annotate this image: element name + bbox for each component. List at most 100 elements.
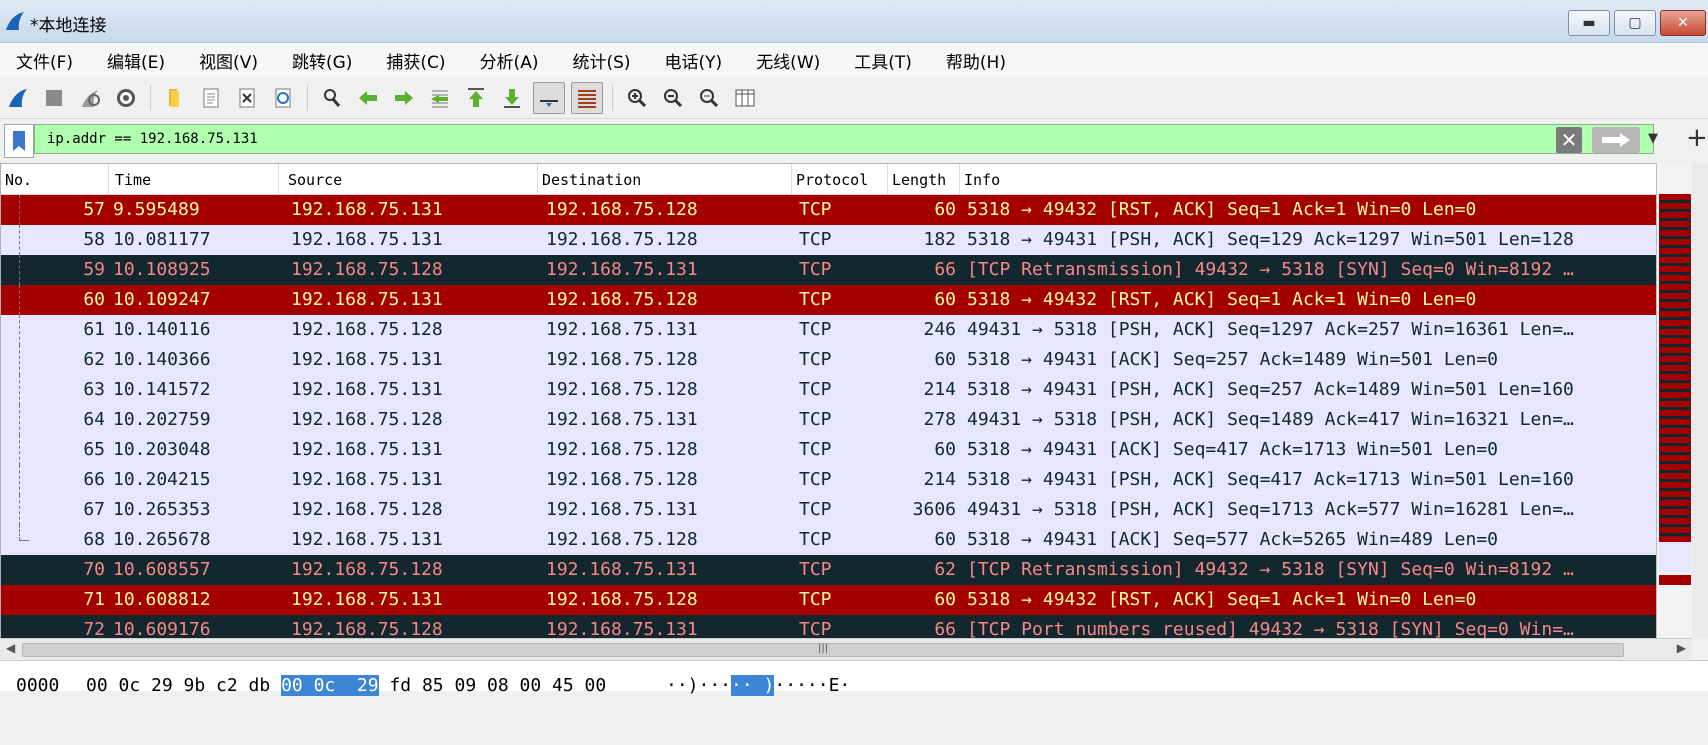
vertical-scrollbar[interactable] (1692, 163, 1708, 638)
menu-statistics[interactable]: 统计(S) (556, 48, 648, 73)
maximize-button[interactable]: ▢ (1614, 10, 1656, 36)
packet-no-cell: 70 (83, 559, 105, 580)
column-header-info[interactable]: Info (960, 164, 1657, 194)
packet-row[interactable]: 70 10.608557 192.168.75.128 192.168.75.131 T… (1, 555, 1657, 585)
packet-proto-cell: TCP (799, 559, 832, 580)
go-to-packet-icon[interactable] (425, 83, 455, 113)
packet-no-cell: 64 (83, 409, 105, 430)
zoom-out-icon[interactable] (658, 83, 688, 113)
packet-row[interactable]: 71 10.608812 192.168.75.131 192.168.75.128 T… (1, 585, 1657, 615)
scroll-left-icon[interactable]: ◀ (6, 641, 15, 655)
packet-len-cell: 214 (923, 379, 956, 400)
toolbar-separator (307, 85, 308, 111)
packet-row[interactable]: 65 10.203048 192.168.75.131 192.168.75.128 T… (1, 435, 1657, 465)
find-packet-icon[interactable] (317, 83, 347, 113)
packet-proto-cell: TCP (799, 439, 832, 460)
packet-src-cell: 192.168.75.128 (291, 409, 443, 430)
normal-size-icon[interactable] (694, 83, 724, 113)
resize-columns-icon[interactable] (730, 83, 760, 113)
autoscroll-icon[interactable] (533, 82, 565, 114)
hex-ascii[interactable]: ··)····· )·····E· (666, 675, 850, 696)
bookmark-icon[interactable] (4, 124, 34, 158)
packet-dst-cell: 192.168.75.128 (546, 589, 698, 610)
menu-go[interactable]: 跳转(G) (276, 48, 370, 73)
packet-len-cell: 214 (923, 469, 956, 490)
forward-arrow-icon[interactable] (389, 83, 419, 113)
filter-history-dropdown[interactable]: ▼ (1648, 131, 1658, 146)
colorize-icon[interactable] (571, 82, 603, 114)
save-file-icon[interactable] (196, 83, 226, 113)
packet-row[interactable]: 66 10.204215 192.168.75.131 192.168.75.128 T… (1, 465, 1657, 495)
close-file-icon[interactable] (232, 83, 262, 113)
packet-row[interactable]: 59 10.108925 192.168.75.128 192.168.75.131 T… (1, 255, 1657, 285)
options-gear-icon[interactable] (111, 83, 141, 113)
horizontal-scrollbar[interactable]: ◀ ||| ▶ (0, 638, 1692, 659)
packet-row[interactable]: 63 10.141572 192.168.75.131 192.168.75.128 T… (1, 375, 1657, 405)
shark-fin-icon[interactable] (3, 83, 33, 113)
menu-wireless[interactable]: 无线(W) (740, 48, 838, 73)
packet-row[interactable]: 68 10.265678 192.168.75.131 192.168.75.128 T… (1, 525, 1657, 555)
menu-help[interactable]: 帮助(H) (930, 48, 1024, 73)
zoom-in-icon[interactable] (622, 83, 652, 113)
last-packet-icon[interactable] (497, 83, 527, 113)
column-header-time[interactable]: Time (111, 164, 279, 194)
add-filter-button[interactable]: + (1686, 123, 1708, 153)
menu-bar: 文件(F) 编辑(E) 视图(V) 跳转(G) 捕获(C) 分析(A) 统计(S… (0, 43, 1708, 77)
menu-view[interactable]: 视图(V) (183, 48, 276, 73)
reload-icon[interactable] (268, 83, 298, 113)
restart-icon[interactable] (75, 83, 105, 113)
packet-row[interactable]: 64 10.202759 192.168.75.128 192.168.75.131 T… (1, 405, 1657, 435)
packet-row[interactable]: 58 10.081177 192.168.75.131 192.168.75.128 T… (1, 225, 1657, 255)
menu-analyze[interactable]: 分析(A) (464, 48, 557, 73)
packet-row[interactable]: 62 10.140366 192.168.75.131 192.168.75.128 T… (1, 345, 1657, 375)
packet-row[interactable]: 61 10.140116 192.168.75.128 192.168.75.131 T… (1, 315, 1657, 345)
packet-list-header: No. Time Source Destination Protocol Len… (1, 164, 1657, 195)
open-folder-icon[interactable] (160, 83, 190, 113)
column-header-destination[interactable]: Destination (538, 164, 792, 194)
column-header-protocol[interactable]: Protocol (792, 164, 888, 194)
packet-row[interactable]: 67 10.265353 192.168.75.128 192.168.75.131 T… (1, 495, 1657, 525)
column-header-length[interactable]: Length (888, 164, 960, 194)
packet-proto-cell: TCP (799, 349, 832, 370)
packet-row[interactable]: 57 9.595489 192.168.75.131 192.168.75.128 TC… (1, 195, 1657, 225)
column-header-no[interactable]: No. (1, 164, 109, 194)
packet-info-cell: [TCP Retransmission] 49432 → 5318 [SYN] … (967, 559, 1574, 580)
display-filter-input[interactable]: ip.addr == 192.168.75.131 (34, 124, 1654, 154)
apply-filter-button[interactable] (1592, 127, 1640, 153)
packet-info-cell: 5318 → 49431 [ACK] Seq=417 Ack=1713 Win=… (967, 439, 1499, 460)
clear-filter-icon[interactable]: ✕ (1556, 127, 1582, 153)
title-bar: *本地连接 ▬ ▢ ✕ (0, 0, 1708, 43)
first-packet-icon[interactable] (461, 83, 491, 113)
minimize-button[interactable]: ▬ (1568, 10, 1610, 36)
menu-edit[interactable]: 编辑(E) (91, 48, 183, 73)
close-button[interactable]: ✕ (1660, 10, 1706, 36)
packet-proto-cell: TCP (799, 469, 832, 490)
packet-dst-cell: 192.168.75.131 (546, 559, 698, 580)
packet-row[interactable]: 60 10.109247 192.168.75.131 192.168.75.128 T… (1, 285, 1657, 315)
packet-time-cell: 10.608557 (113, 559, 211, 580)
packet-dst-cell: 192.168.75.131 (546, 499, 698, 520)
packet-dst-cell: 192.168.75.128 (546, 469, 698, 490)
column-header-source[interactable]: Source (284, 164, 538, 194)
wireshark-app-icon (6, 12, 24, 30)
packet-len-cell: 60 (934, 529, 956, 550)
back-arrow-icon[interactable] (353, 83, 383, 113)
packet-info-cell: 49431 → 5318 [PSH, ACK] Seq=1489 Ack=417… (967, 409, 1574, 430)
packet-src-cell: 192.168.75.131 (291, 529, 443, 550)
main-toolbar (0, 78, 1708, 119)
hex-bytes-before: 00 0c 29 9b c2 db (86, 675, 282, 696)
menu-file[interactable]: 文件(F) (0, 48, 91, 73)
packet-bytes-pane: 0000 00 0c 29 9b c2 db 00 0c 29 fd 85 09… (0, 660, 1708, 696)
stop-square-icon[interactable] (39, 83, 69, 113)
packet-proto-cell: TCP (799, 529, 832, 550)
packet-dst-cell: 192.168.75.131 (546, 619, 698, 640)
menu-tools[interactable]: 工具(T) (838, 48, 930, 73)
menu-capture[interactable]: 捕获(C) (370, 48, 463, 73)
packet-minimap[interactable] (1656, 163, 1693, 638)
menu-telephony[interactable]: 电话(Y) (649, 48, 741, 73)
packet-row[interactable]: 72 10.609176 192.168.75.128 192.168.75.131 T… (1, 615, 1657, 640)
packet-time-cell: 10.140116 (113, 319, 211, 340)
scroll-right-icon[interactable]: ▶ (1677, 641, 1686, 655)
packet-dst-cell: 192.168.75.128 (546, 199, 698, 220)
hex-bytes[interactable]: 00 0c 29 9b c2 db 00 0c 29 fd 85 09 08 0… (86, 675, 606, 696)
